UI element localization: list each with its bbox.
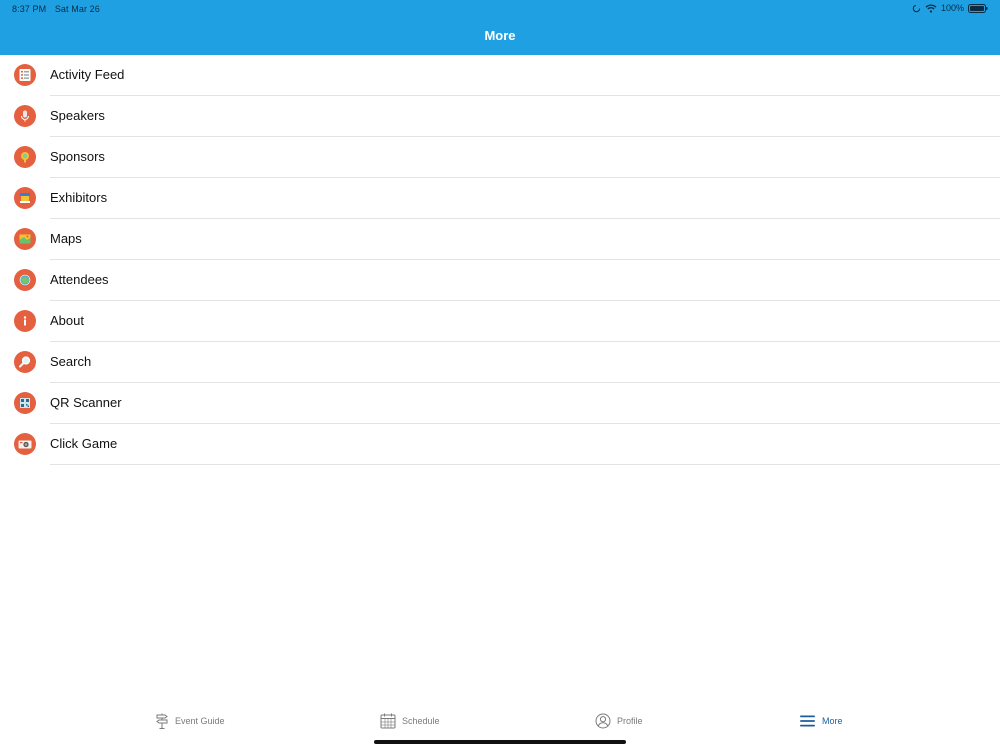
tab-profile[interactable]: Profile [595, 712, 643, 730]
page-title: More [484, 28, 516, 43]
tab-event-guide[interactable]: Event Guide [155, 712, 225, 730]
attendees-icon [14, 269, 36, 291]
menu-item-label: Attendees [50, 272, 109, 287]
menu-item-qr-scanner[interactable]: QR Scanner [0, 383, 1000, 424]
menu-item-label: Activity Feed [50, 67, 125, 82]
info-icon [14, 310, 36, 332]
menu-item-activity-feed[interactable]: Activity Feed [0, 55, 1000, 96]
status-bar-left: 8:37 PM Sat Mar 26 [12, 4, 106, 14]
hamburger-menu-icon [800, 715, 815, 727]
profile-icon [595, 713, 611, 729]
menu-item-label: Maps [50, 231, 82, 246]
menu-item-speakers[interactable]: Speakers [0, 96, 1000, 137]
menu-item-label: Search [50, 354, 92, 369]
menu-item-attendees[interactable]: Attendees [0, 260, 1000, 301]
menu-item-maps[interactable]: Maps [0, 219, 1000, 260]
tab-schedule[interactable]: Schedule [380, 712, 440, 730]
app-window: 8:37 PM Sat Mar 26 100% More Activity Fe… [0, 0, 1000, 750]
exhibitor-booth-icon [14, 187, 36, 209]
menu-item-click-game[interactable]: Click Game [0, 424, 1000, 465]
menu-item-sponsors[interactable]: Sponsors [0, 137, 1000, 178]
tab-label: More [822, 716, 843, 726]
sponsor-icon [14, 146, 36, 168]
microphone-icon [14, 105, 36, 127]
signpost-icon [156, 713, 168, 729]
activity-feed-icon [14, 64, 36, 86]
tab-more[interactable]: More [800, 712, 843, 730]
menu-item-label: Sponsors [50, 149, 105, 164]
menu-item-label: Speakers [50, 108, 105, 123]
magnifier-icon [14, 351, 36, 373]
tab-label: Event Guide [175, 716, 225, 726]
calendar-icon [380, 713, 396, 729]
map-icon [14, 228, 36, 250]
menu-item-label: QR Scanner [50, 395, 122, 410]
camera-icon [14, 433, 36, 455]
wifi-icon [925, 3, 937, 13]
status-bar-right: 100% [912, 3, 988, 13]
more-menu-list: Activity Feed Speakers Sponsors Exhibito… [0, 55, 1000, 465]
tab-label: Profile [617, 716, 643, 726]
status-date: Sat Mar 26 [54, 4, 100, 14]
menu-item-search[interactable]: Search [0, 342, 1000, 383]
qr-code-icon [14, 392, 36, 414]
menu-item-label: About [50, 313, 84, 328]
menu-item-exhibitors[interactable]: Exhibitors [0, 178, 1000, 219]
menu-item-about[interactable]: About [0, 301, 1000, 342]
header-bar: 8:37 PM Sat Mar 26 100% More [0, 0, 1000, 55]
home-indicator [374, 740, 626, 744]
status-time: 8:37 PM [12, 4, 47, 14]
menu-item-label: Click Game [50, 436, 118, 451]
menu-item-label: Exhibitors [50, 190, 108, 205]
tab-label: Schedule [402, 716, 440, 726]
sync-icon [912, 4, 921, 12]
battery-icon [968, 3, 988, 13]
battery-percent: 100% [940, 3, 964, 13]
